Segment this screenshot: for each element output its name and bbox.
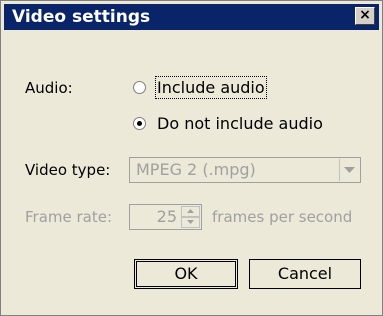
title-bar: Video settings × xyxy=(4,4,379,30)
audio-label: Audio: xyxy=(25,79,73,97)
arrow-down-icon xyxy=(187,220,194,224)
cancel-button[interactable]: Cancel xyxy=(249,259,361,289)
frame-rate-units: frames per second xyxy=(212,208,353,226)
frame-rate-spinner[interactable]: 25 xyxy=(129,204,202,230)
spin-up-button[interactable] xyxy=(181,206,200,217)
spinner-buttons xyxy=(181,206,200,228)
dropdown-button[interactable] xyxy=(339,159,359,181)
radio-label: Do not include audio xyxy=(157,114,323,133)
video-type-value: MPEG 2 (.mpg) xyxy=(136,160,256,179)
radio-button[interactable] xyxy=(133,117,146,130)
video-type-select[interactable]: MPEG 2 (.mpg) xyxy=(129,157,361,183)
arrow-up-icon xyxy=(187,209,194,213)
chevron-down-icon xyxy=(344,167,355,173)
radio-include-audio[interactable]: Include audio xyxy=(133,76,267,99)
frame-rate-value: 25 xyxy=(156,207,177,226)
frame-rate-label: Frame rate: xyxy=(25,208,113,226)
close-icon: × xyxy=(359,7,371,23)
ok-button[interactable]: OK xyxy=(134,259,238,289)
video-type-label: Video type: xyxy=(25,161,111,179)
close-button[interactable]: × xyxy=(355,7,375,25)
radio-do-not-include-audio[interactable]: Do not include audio xyxy=(133,114,323,133)
dialog-title: Video settings xyxy=(12,7,151,27)
radio-label: Include audio xyxy=(155,76,267,99)
spin-down-button[interactable] xyxy=(181,217,200,228)
video-settings-dialog: Video settings × Audio: Include audio Do… xyxy=(0,0,383,316)
radio-button[interactable] xyxy=(133,81,146,94)
